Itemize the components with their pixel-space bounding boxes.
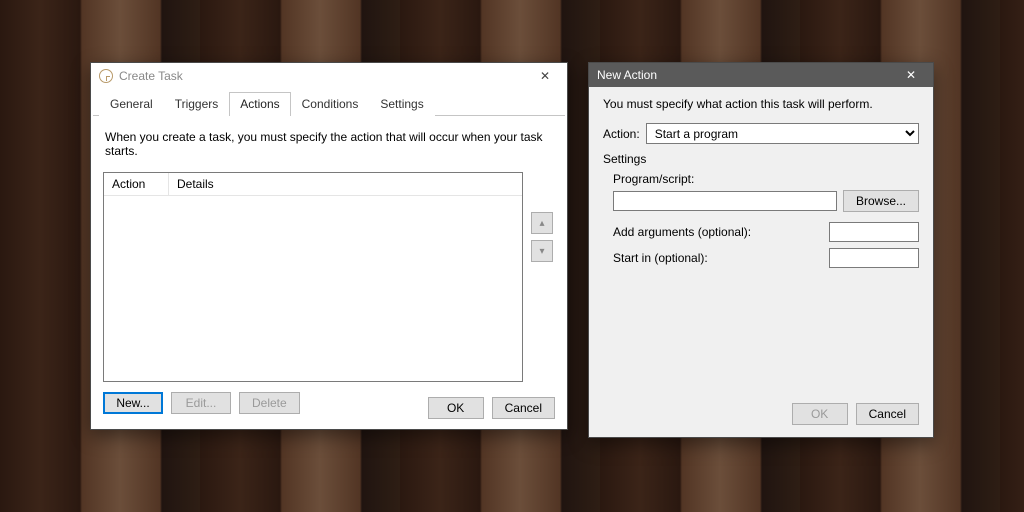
ok-button[interactable]: OK [792,403,848,425]
tab-strip: General Triggers Actions Conditions Sett… [93,89,565,116]
close-icon: ✕ [540,69,550,83]
close-icon: ✕ [906,68,916,82]
actions-listbox[interactable]: Action Details [103,172,523,382]
window-title: Create Task [119,69,529,83]
close-button[interactable]: ✕ [529,65,561,87]
new-button[interactable]: New... [103,392,163,414]
move-down-button[interactable]: ▾ [531,240,553,262]
listbox-header: Action Details [104,173,522,196]
chevron-up-icon: ▴ [539,218,544,229]
action-combo[interactable]: Start a program [646,123,919,144]
dialog-body: You must specify what action this task w… [589,87,933,284]
add-arguments-label: Add arguments (optional): [613,225,751,239]
ok-button[interactable]: OK [428,397,484,419]
cancel-button[interactable]: Cancel [492,397,555,419]
action-label: Action: [603,127,640,141]
tab-actions[interactable]: Actions [229,92,290,116]
settings-group-label: Settings [603,152,919,166]
create-task-dialog: Create Task ✕ General Triggers Actions C… [90,62,568,430]
tab-conditions[interactable]: Conditions [291,92,370,116]
panel-description: When you create a task, you must specify… [105,130,553,158]
instruction-text: You must specify what action this task w… [603,97,919,111]
browse-button[interactable]: Browse... [843,190,919,212]
chevron-down-icon: ▾ [539,246,544,257]
column-details[interactable]: Details [169,173,522,195]
move-up-button[interactable]: ▴ [531,212,553,234]
titlebar[interactable]: New Action ✕ [589,63,933,87]
actions-panel: When you create a task, you must specify… [91,116,567,424]
task-scheduler-icon [99,69,113,83]
cancel-button[interactable]: Cancel [856,403,919,425]
titlebar[interactable]: Create Task ✕ [91,63,567,89]
column-action[interactable]: Action [104,173,169,195]
program-script-label: Program/script: [613,172,919,186]
close-button[interactable]: ✕ [895,64,927,86]
tab-general[interactable]: General [99,92,164,116]
start-in-label: Start in (optional): [613,251,708,265]
new-action-dialog: New Action ✕ You must specify what actio… [588,62,934,438]
delete-button[interactable]: Delete [239,392,300,414]
start-in-input[interactable] [829,248,919,268]
window-title: New Action [597,68,895,82]
program-script-input[interactable] [613,191,837,211]
tab-triggers[interactable]: Triggers [164,92,230,116]
add-arguments-input[interactable] [829,222,919,242]
tab-settings[interactable]: Settings [369,92,434,116]
edit-button[interactable]: Edit... [171,392,231,414]
